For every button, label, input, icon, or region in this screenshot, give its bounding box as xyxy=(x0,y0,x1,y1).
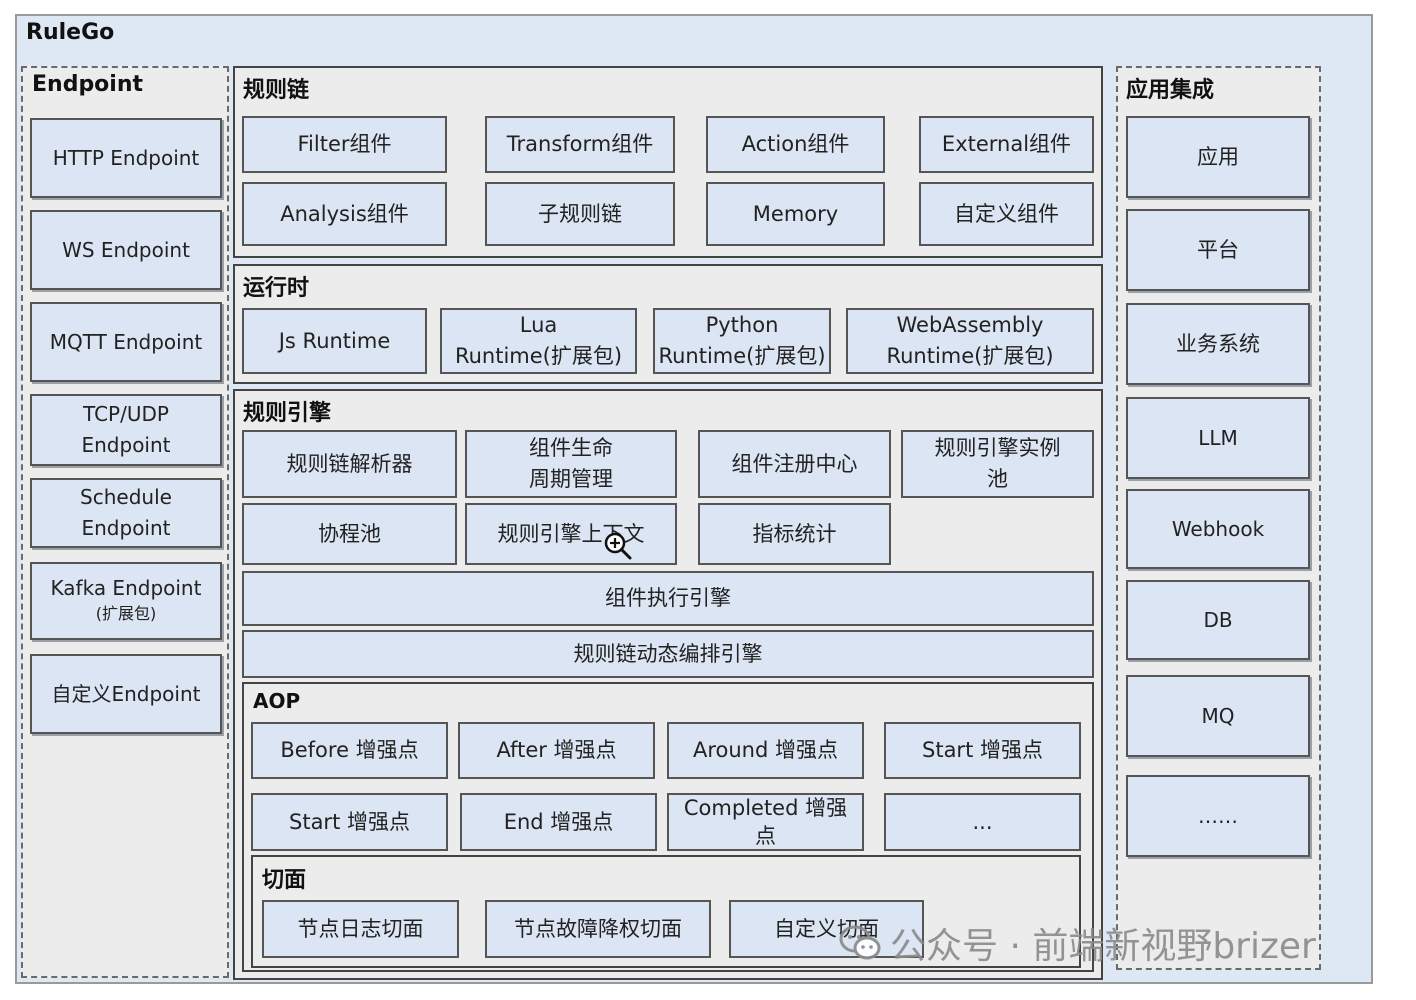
app-box: 应用 xyxy=(1126,116,1310,198)
more-advice-box: ... xyxy=(884,793,1081,851)
webhook-box: Webhook xyxy=(1126,489,1310,569)
webassembly-runtime-box: WebAssembly Runtime(扩展包) xyxy=(846,308,1094,374)
analysis-component-box: Analysis组件 xyxy=(242,182,447,246)
rule-engine-title: 规则引擎 xyxy=(243,401,332,426)
db-box: DB xyxy=(1126,580,1310,660)
watermark: 公众号 · 前端新视野brizer xyxy=(838,915,1316,971)
external-component-box: External组件 xyxy=(919,116,1094,173)
dynamic-orchestration-engine-box: 规则链动态编排引擎 xyxy=(242,630,1094,678)
node-log-aspect-box: 节点日志切面 xyxy=(262,900,459,958)
business-system-box: 业务系统 xyxy=(1126,303,1310,385)
after-advice-box: After 增强点 xyxy=(458,722,655,779)
start-advice-box-2: Start 增强点 xyxy=(251,793,448,851)
llm-box: LLM xyxy=(1126,397,1310,479)
http-endpoint-box: HTTP Endpoint xyxy=(30,118,222,198)
lua-runtime-box: Lua Runtime(扩展包) xyxy=(440,308,637,374)
sub-rule-chain-box: 子规则链 xyxy=(485,182,675,246)
component-registry-box: 组件注册中心 xyxy=(698,430,891,498)
node-fault-degrade-aspect-box: 节点故障降权切面 xyxy=(485,900,711,958)
kafka-endpoint-note: (扩展包) xyxy=(95,604,157,623)
custom-component-box: 自定义组件 xyxy=(919,182,1094,246)
action-component-box: Action组件 xyxy=(706,116,885,173)
memory-box: Memory xyxy=(706,182,885,246)
transform-component-box: Transform组件 xyxy=(485,116,675,173)
mq-box: MQ xyxy=(1126,675,1310,757)
python-runtime-box: Python Runtime(扩展包) xyxy=(653,308,831,374)
engine-instance-pool-box: 规则引擎实例 池 xyxy=(901,430,1094,498)
more-integration-box: …… xyxy=(1126,775,1310,857)
custom-endpoint-box: 自定义Endpoint xyxy=(30,654,222,734)
completed-advice-box: Completed 增强 点 xyxy=(667,793,864,851)
rule-chain-title: 规则链 xyxy=(243,78,310,103)
rulego-title: RuleGo xyxy=(26,20,115,45)
platform-box: 平台 xyxy=(1126,209,1310,291)
rule-chain-parser-box: 规则链解析器 xyxy=(242,430,457,498)
js-runtime-box: Js Runtime xyxy=(242,308,427,374)
endpoint-title: Endpoint xyxy=(32,72,144,97)
component-execution-engine-box: 组件执行引擎 xyxy=(242,571,1094,626)
aop-title: AOP xyxy=(253,689,301,713)
around-advice-box: Around 增强点 xyxy=(667,722,864,779)
filter-component-box: Filter组件 xyxy=(242,116,447,173)
end-advice-box: End 增强点 xyxy=(460,793,657,851)
wechat-logo-icon xyxy=(839,925,881,960)
watermark-text: 公众号 · 前端新视野brizer xyxy=(890,926,1316,967)
aspect-title: 切面 xyxy=(262,868,307,893)
schedule-endpoint-box: Schedule Endpoint xyxy=(30,478,222,548)
tcp-udp-endpoint-box: TCP/UDP Endpoint xyxy=(30,394,222,466)
component-lifecycle-box: 组件生命 周期管理 xyxy=(465,430,677,498)
ws-endpoint-box: WS Endpoint xyxy=(30,210,222,290)
goroutine-pool-box: 协程池 xyxy=(242,503,457,565)
before-advice-box: Before 增强点 xyxy=(251,722,448,779)
engine-context-box: 规则引擎上下文 xyxy=(465,503,677,565)
integration-title: 应用集成 xyxy=(1126,78,1215,103)
start-advice-box: Start 增强点 xyxy=(884,722,1081,779)
kafka-endpoint-label: Kafka Endpoint xyxy=(50,576,202,600)
zoom-in-icon xyxy=(604,532,632,560)
kafka-endpoint-box: Kafka Endpoint (扩展包) xyxy=(30,562,222,640)
runtime-title: 运行时 xyxy=(243,276,310,301)
metrics-box: 指标统计 xyxy=(698,503,891,565)
mqtt-endpoint-box: MQTT Endpoint xyxy=(30,302,222,382)
